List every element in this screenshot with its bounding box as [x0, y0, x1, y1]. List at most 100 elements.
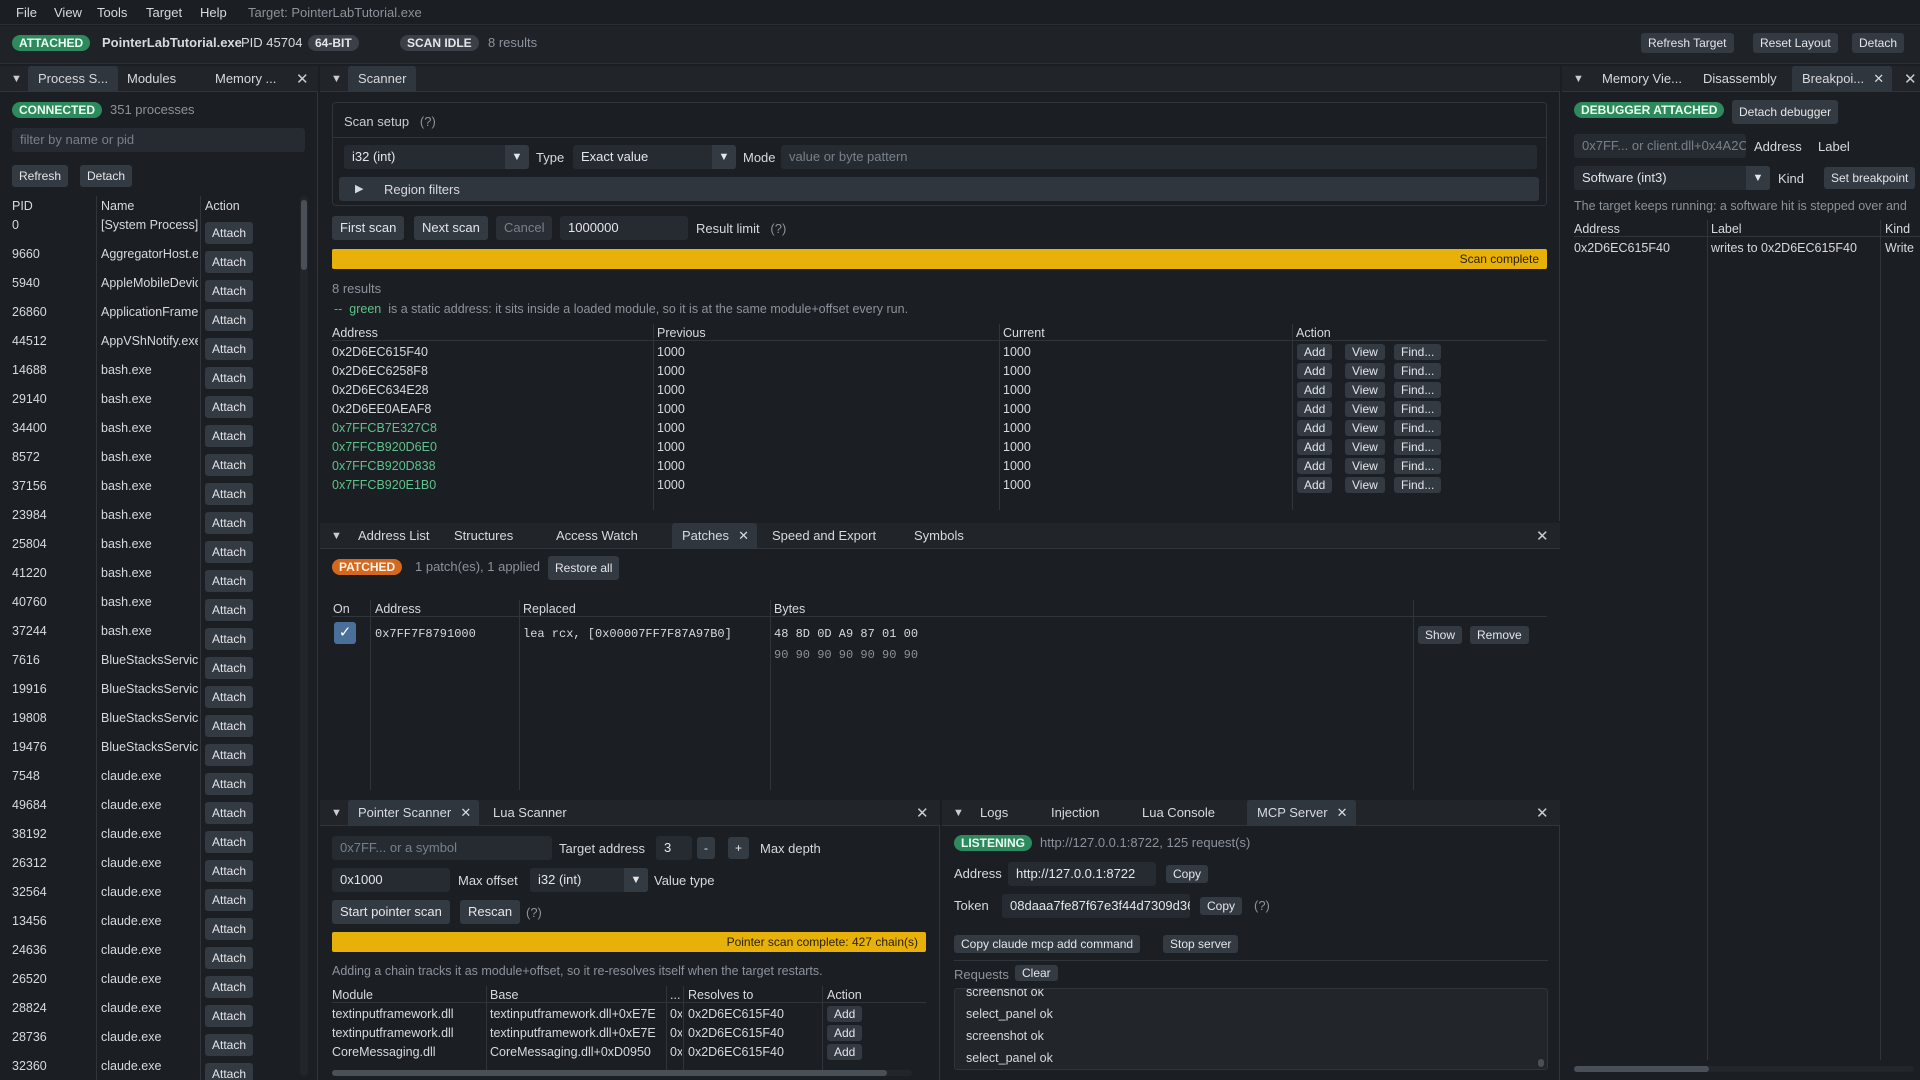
attach-button[interactable]: Attach	[205, 570, 254, 592]
attach-button[interactable]: Attach	[205, 1063, 254, 1080]
detach-button[interactable]: Detach	[1852, 33, 1905, 53]
view-button[interactable]: View	[1345, 420, 1385, 436]
attach-button[interactable]: Attach	[205, 860, 254, 882]
pointer-scrollbar[interactable]	[332, 1070, 912, 1076]
table-row[interactable]: CoreMessaging.dll CoreMessaging.dll+0xD09…	[332, 1043, 926, 1062]
attach-button[interactable]: Attach	[205, 483, 254, 505]
attach-button[interactable]: Attach	[205, 947, 254, 969]
add-button[interactable]: Add	[1297, 477, 1333, 493]
view-button[interactable]: View	[1345, 439, 1385, 455]
menu-help[interactable]: Help	[200, 5, 227, 20]
close-icon[interactable]: ✕	[738, 523, 749, 549]
add-button[interactable]: Add	[1297, 458, 1333, 474]
detach-process-button[interactable]: Detach	[80, 165, 133, 187]
pointer-value-type-select[interactable]: i32 (int) ▼	[530, 868, 648, 892]
collapse-icon[interactable]: ▼	[1573, 73, 1584, 85]
restore-all-button[interactable]: Restore all	[548, 556, 620, 580]
copy-address-button[interactable]: Copy	[1166, 865, 1209, 883]
first-scan-button[interactable]: First scan	[332, 216, 405, 240]
view-button[interactable]: View	[1345, 458, 1385, 474]
view-button[interactable]: View	[1345, 382, 1385, 398]
attach-button[interactable]: Attach	[205, 1034, 254, 1056]
tab-process-select[interactable]: Process S...	[28, 66, 119, 92]
close-icon[interactable]: ✕	[1904, 70, 1917, 88]
depth-increment-button[interactable]: +	[728, 837, 750, 859]
tab-modules[interactable]: Modules	[117, 66, 186, 92]
tab-symbols[interactable]: Symbols	[904, 523, 974, 549]
attach-button[interactable]: Attach	[205, 280, 254, 302]
rescan-button[interactable]: Rescan	[460, 900, 521, 924]
clear-requests-button[interactable]: Clear	[1015, 965, 1058, 981]
collapse-icon[interactable]: ▼	[331, 530, 342, 542]
attach-button[interactable]: Attach	[205, 889, 254, 911]
attach-button[interactable]: Attach	[205, 744, 254, 766]
process-scrollbar[interactable]	[300, 196, 308, 1076]
refresh-target-button[interactable]: Refresh Target	[1641, 33, 1734, 53]
close-icon[interactable]: ✕	[1536, 527, 1549, 545]
attach-button[interactable]: Attach	[205, 367, 254, 389]
tab-injection[interactable]: Injection	[1041, 800, 1109, 826]
add-chain-button[interactable]: Add	[827, 1025, 863, 1041]
collapse-icon[interactable]: ▼	[331, 807, 342, 819]
tab-logs[interactable]: Logs	[970, 800, 1018, 826]
close-icon[interactable]: ✕	[1536, 804, 1549, 822]
requests-scrollbar[interactable]	[1538, 1059, 1544, 1067]
stop-server-button[interactable]: Stop server	[1163, 935, 1239, 953]
add-button[interactable]: Add	[1297, 401, 1333, 417]
target-address-input[interactable]: 0x7FF... or a symbol	[332, 836, 552, 860]
close-icon[interactable]: ✕	[1873, 66, 1884, 92]
attach-button[interactable]: Attach	[205, 686, 254, 708]
region-filters-toggle[interactable]: ▶ Region filters	[339, 177, 1539, 201]
attach-button[interactable]: Attach	[205, 396, 254, 418]
table-row[interactable]: 0x7FFCB920D838 1000 1000 Add View Find...	[332, 457, 1547, 476]
tab-structures[interactable]: Structures	[444, 523, 523, 549]
menu-tools[interactable]: Tools	[97, 5, 127, 20]
table-row[interactable]: 0x2D6EE0AEAF8 1000 1000 Add View Find...	[332, 400, 1547, 419]
attach-button[interactable]: Attach	[205, 599, 254, 621]
table-row[interactable]: 0x2D6EC6258F8 1000 1000 Add View Find...	[332, 362, 1547, 381]
help-icon[interactable]: (?)	[526, 905, 542, 920]
refresh-button[interactable]: Refresh	[12, 165, 69, 187]
view-button[interactable]: View	[1345, 401, 1385, 417]
tab-mcp-server[interactable]: MCP Server ✕	[1247, 800, 1356, 826]
menu-view[interactable]: View	[54, 5, 82, 20]
copy-token-button[interactable]: Copy	[1200, 897, 1243, 915]
copy-mcp-command-button[interactable]: Copy claude mcp add command	[954, 935, 1141, 953]
cancel-button[interactable]: Cancel	[496, 216, 553, 240]
scan-value-input[interactable]: value or byte pattern	[781, 145, 1537, 169]
start-pointer-scan-button[interactable]: Start pointer scan	[332, 900, 450, 924]
token-input[interactable]: 08daaa7fe87f67e3f44d7309d36ac1a3	[1002, 894, 1190, 918]
find-button[interactable]: Find...	[1394, 420, 1442, 436]
view-button[interactable]: View	[1345, 477, 1385, 493]
tab-address-list[interactable]: Address List	[348, 523, 440, 549]
next-scan-button[interactable]: Next scan	[414, 216, 488, 240]
attach-button[interactable]: Attach	[205, 628, 254, 650]
attach-button[interactable]: Attach	[205, 338, 254, 360]
depth-decrement-button[interactable]: -	[697, 837, 715, 859]
tab-breakpoints[interactable]: Breakpoi... ✕	[1792, 66, 1893, 92]
table-row[interactable]: 0x7FFCB920E1B0 1000 1000 Add View Find...	[332, 476, 1547, 495]
reset-layout-button[interactable]: Reset Layout	[1753, 33, 1838, 53]
attach-button[interactable]: Attach	[205, 222, 254, 244]
kind-select[interactable]: Software (int3) ▼	[1574, 166, 1770, 190]
tab-disassembly[interactable]: Disassembly	[1693, 66, 1787, 92]
breakpoint-address-input[interactable]: 0x7FF... or client.dll+0x4A2C10	[1574, 134, 1746, 158]
collapse-icon[interactable]: ▼	[11, 73, 22, 85]
find-button[interactable]: Find...	[1394, 363, 1442, 379]
tab-lua-console[interactable]: Lua Console	[1132, 800, 1225, 826]
result-limit-input[interactable]: 1000000	[560, 216, 688, 240]
table-row[interactable]: textinputframework.dll textinputframework…	[332, 1024, 926, 1043]
patch-enabled-checkbox[interactable]: ✓	[334, 622, 356, 644]
show-button[interactable]: Show	[1418, 626, 1463, 644]
add-button[interactable]: Add	[1297, 344, 1333, 360]
value-type-select[interactable]: i32 (int) ▼	[344, 145, 529, 169]
attach-button[interactable]: Attach	[205, 454, 254, 476]
tab-speed-export[interactable]: Speed and Export	[762, 523, 886, 549]
table-row[interactable]: 0x2D6EC615F40 1000 1000 Add View Find...	[332, 343, 1547, 362]
process-filter-input[interactable]: filter by name or pid	[12, 128, 305, 152]
attach-button[interactable]: Attach	[205, 251, 254, 273]
server-address-input[interactable]: http://127.0.0.1:8722	[1008, 862, 1156, 886]
tab-scanner[interactable]: Scanner	[348, 66, 417, 92]
close-icon[interactable]: ✕	[460, 800, 471, 826]
attach-button[interactable]: Attach	[205, 976, 254, 998]
